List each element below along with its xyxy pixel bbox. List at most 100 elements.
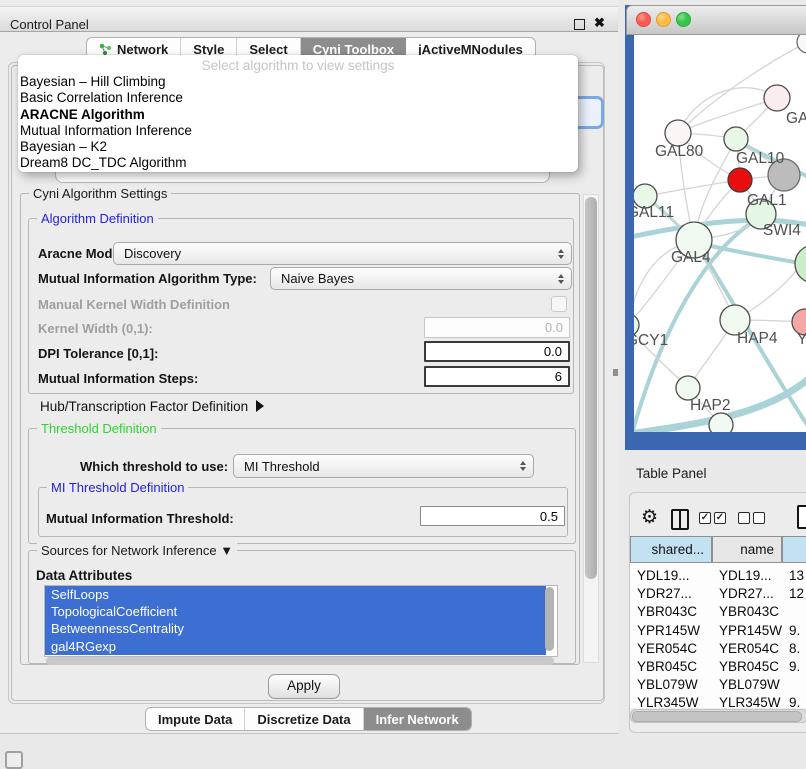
column-header-name[interactable]: name (712, 536, 782, 563)
float-window-icon[interactable] (574, 19, 585, 30)
algorithm-option[interactable]: ARACNE Algorithm (19, 107, 577, 123)
close-icon[interactable]: ✖ (594, 15, 605, 31)
table-cell[interactable]: YER054C (719, 641, 779, 656)
close-traffic-light[interactable] (636, 12, 651, 27)
mi-threshold-group-title: MI Threshold Definition (47, 480, 188, 495)
which-threshold-combo[interactable]: MI Threshold (233, 454, 534, 478)
table-cell[interactable]: YDL19... (637, 568, 690, 583)
network-node[interactable] (797, 33, 806, 53)
tab-impute-data[interactable]: Impute Data (146, 708, 245, 730)
apply-button[interactable]: Apply (268, 674, 340, 699)
algorithm-options-list: Bayesian – Hill ClimbingBasic Correlatio… (19, 74, 577, 172)
mi-threshold-input[interactable] (420, 506, 565, 526)
dpi-tolerance-input[interactable] (424, 341, 570, 362)
which-threshold-value: MI Threshold (234, 459, 320, 474)
attributes-vscrollbar-thumb[interactable] (545, 587, 554, 651)
select-all-icon[interactable]: ✓ (699, 512, 711, 524)
page-icon[interactable] (797, 505, 806, 529)
mi-algorithm-type-combo[interactable]: Naive Bayes (270, 267, 572, 290)
algorithm-option[interactable]: Bayesian – K2 (19, 139, 577, 155)
table-cell[interactable]: 9. (789, 623, 800, 638)
combo-arrows-icon (520, 461, 533, 471)
window-traffic-lights (636, 12, 691, 27)
table-cell[interactable]: 9. (789, 659, 800, 674)
column-header-shared[interactable]: shared... (630, 536, 712, 563)
deselect-all-icon[interactable] (753, 512, 765, 524)
mi-algorithm-type-label: Mutual Information Algorithm Type: (38, 271, 257, 286)
data-attribute-item[interactable]: SelfLoops (45, 586, 546, 603)
data-attribute-item[interactable]: TopologicalCoefficient (45, 603, 546, 620)
table-cell[interactable]: YBL079W (719, 677, 780, 692)
select-all-icon[interactable]: ✓ (714, 512, 726, 524)
table-hscrollbar-thumb[interactable] (632, 711, 802, 722)
network-icon (99, 43, 112, 56)
table-cell[interactable]: YBR045C (637, 659, 697, 674)
table-cell[interactable]: YBR045C (719, 659, 779, 674)
column-header-A[interactable]: A (782, 536, 806, 563)
gear-icon[interactable]: ⚙ (641, 506, 658, 529)
manual-kernel-width-checkbox[interactable] (551, 296, 567, 312)
tab-discretize-data[interactable]: Discretize Data (245, 708, 363, 730)
table-cell[interactable]: YDL19... (719, 568, 772, 583)
threshold-definition-title: Threshold Definition (37, 421, 161, 436)
algorithm-option[interactable]: Mutual Information Inference (19, 123, 577, 139)
table-cell[interactable]: YBR043C (719, 604, 779, 619)
split-columns-icon[interactable] (671, 509, 689, 530)
table-cell[interactable]: YER054C (637, 641, 697, 656)
deselect-all-icon[interactable] (738, 512, 750, 524)
kernel-width-label: Kernel Width (0,1): (38, 321, 153, 336)
bottom-tab-bar: Impute Data Discretize Data Infer Network (145, 707, 472, 731)
network-node[interactable] (709, 413, 733, 432)
algorithm-definition-title: Algorithm Definition (37, 211, 158, 226)
tab-label: Discretize Data (257, 712, 350, 727)
data-attributes-list[interactable]: SelfLoopsTopologicalCoefficientBetweenne… (44, 585, 558, 657)
aracne-mode-value: Discovery (114, 246, 181, 261)
table-cell[interactable]: 13 (789, 568, 804, 583)
table-cell[interactable]: YDR27... (719, 586, 774, 601)
table-cell[interactable]: YPR145W (637, 623, 700, 638)
mi-steps-input[interactable] (424, 366, 570, 387)
data-attributes-label: Data Attributes (36, 568, 132, 583)
network-canvas[interactable]: GALGAL80GAL10GAL1GAL11SWI4GAL4GCY1HAP4YH… (634, 33, 806, 432)
network-node-label: GAL4 (671, 249, 711, 266)
table-cell[interactable]: YLR345W (719, 695, 781, 708)
network-node[interactable] (724, 127, 748, 151)
table-cell[interactable]: 12 (789, 586, 804, 601)
network-node[interactable] (728, 168, 752, 192)
node-attribute-table[interactable]: shared...nameA YDL19... YDL19... 13 YDR27...… (630, 536, 806, 708)
combo-arrows-icon (558, 249, 571, 259)
algorithm-dropdown-placeholder: Select algorithm to view settings (18, 58, 578, 73)
algorithm-option[interactable]: Dream8 DC_TDC Algorithm (19, 155, 577, 171)
settings-scrollbar-thumb[interactable] (585, 197, 597, 579)
splitter-handle[interactable] (613, 369, 618, 376)
attributes-hscrollbar-thumb[interactable] (46, 657, 554, 665)
algorithm-option[interactable]: Bayesian – Hill Climbing (19, 74, 577, 90)
mini-dock-icon[interactable] (5, 751, 23, 769)
table-cell[interactable]: YDR27... (637, 586, 692, 601)
aracne-mode-combo[interactable]: Discovery (113, 242, 572, 265)
table-cell[interactable]: YLR345W (637, 695, 699, 708)
hub-definition-toggle[interactable]: Hub/Transcription Factor Definition (40, 399, 264, 414)
network-node-label: GAL10 (736, 150, 785, 167)
cyni-algorithm-settings-title: Cyni Algorithm Settings (29, 186, 171, 201)
tab-infer-network[interactable]: Infer Network (364, 708, 471, 730)
table-cell[interactable]: 9. (789, 695, 800, 708)
table-cell[interactable]: 8. (789, 641, 800, 656)
table-cell[interactable]: YBL079W (637, 677, 698, 692)
zoom-traffic-light[interactable] (676, 12, 691, 27)
network-node-label: GAL1 (747, 192, 787, 209)
network-node-label: GAL80 (655, 143, 704, 160)
algorithm-option[interactable]: Basic Correlation Inference (19, 90, 577, 106)
network-node[interactable] (795, 245, 806, 283)
network-node[interactable] (764, 85, 790, 111)
mi-threshold-label: Mutual Information Threshold: (46, 511, 234, 526)
data-attribute-item[interactable]: BetweennessCentrality (45, 620, 546, 637)
collapse-down-icon: ▼ (220, 543, 233, 558)
table-cell[interactable]: YPR145W (719, 623, 782, 638)
kernel-width-input[interactable] (424, 317, 570, 338)
minimize-traffic-light[interactable] (656, 12, 671, 27)
tab-label: Infer Network (376, 712, 459, 727)
sources-group-title[interactable]: Sources for Network Inference ▼ (37, 543, 237, 558)
data-attribute-item[interactable]: gal4RGexp (45, 638, 546, 655)
table-cell[interactable]: YBR043C (637, 604, 697, 619)
